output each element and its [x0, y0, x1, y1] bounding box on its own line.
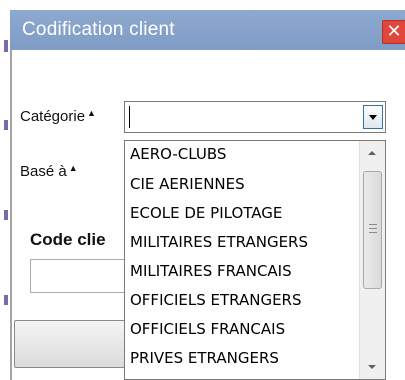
- left-window-edge: [0, 0, 10, 380]
- grip-line: [369, 224, 377, 225]
- list-item[interactable]: OFFICIELS ETRANGERS: [130, 291, 302, 309]
- edge-mark: [4, 295, 8, 305]
- chevron-down-icon: [369, 115, 377, 120]
- arrow-down-icon[interactable]: [368, 365, 376, 369]
- required-marker: ▲: [87, 108, 96, 118]
- categorie-dropdown-list[interactable]: AERO-CLUBS CIE AERIENNES ECOLE DE PILOTA…: [124, 140, 386, 380]
- dialog-window: Codification client ✕ Catégorie ▲ Basé à ▲…: [0, 0, 405, 380]
- edge-mark: [4, 40, 8, 52]
- grip-line: [369, 232, 377, 233]
- list-item[interactable]: ECOLE DE PILOTAGE: [130, 204, 282, 222]
- list-item[interactable]: MILITAIRES ETRANGERS: [130, 233, 308, 251]
- title-bar[interactable]: Codification client ✕: [10, 10, 405, 50]
- grip-line: [369, 228, 377, 229]
- code-client-label: Code clie: [30, 230, 106, 249]
- panel-border: [10, 50, 12, 380]
- list-item[interactable]: OFFICIELS FRANCAIS: [130, 320, 285, 338]
- base-label: Basé à ▲: [20, 163, 78, 180]
- categorie-combobox[interactable]: [124, 101, 386, 133]
- scrollbar-thumb[interactable]: [363, 171, 382, 289]
- dialog-button[interactable]: [14, 320, 130, 368]
- base-label-text: Basé à: [20, 163, 67, 180]
- code-client-input[interactable]: [30, 259, 130, 293]
- list-item[interactable]: CIE AERIENNES: [130, 175, 245, 193]
- list-scrollbar[interactable]: [359, 141, 385, 379]
- dropdown-button[interactable]: [363, 105, 383, 129]
- edge-mark: [4, 120, 8, 130]
- close-icon: ✕: [386, 21, 402, 41]
- close-button[interactable]: ✕: [382, 20, 405, 44]
- window-title: Codification client: [22, 19, 175, 40]
- categorie-label: Catégorie ▲: [20, 108, 96, 125]
- list-item[interactable]: PRIVES ETRANGERS: [130, 349, 279, 367]
- arrow-up-icon[interactable]: [368, 151, 376, 155]
- required-marker: ▲: [68, 163, 78, 173]
- edge-mark: [4, 210, 8, 220]
- list-item[interactable]: AERO-CLUBS: [130, 145, 226, 163]
- list-item[interactable]: MILITAIRES FRANCAIS: [130, 262, 292, 280]
- categorie-label-text: Catégorie: [20, 108, 86, 125]
- text-caret: [129, 106, 130, 128]
